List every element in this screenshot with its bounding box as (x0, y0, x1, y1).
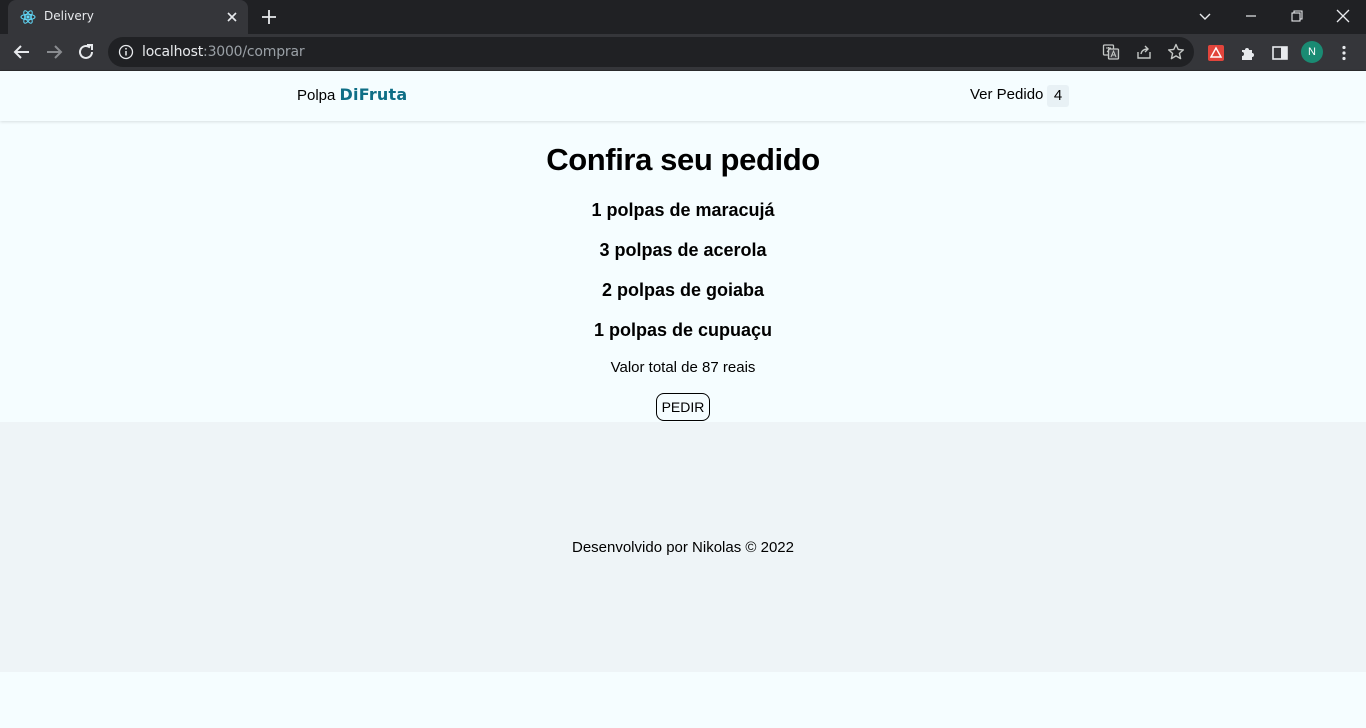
page-title: Confira seu pedido (546, 142, 820, 177)
side-panel-button[interactable] (1270, 43, 1290, 63)
order-total: Valor total de 87 reais (610, 359, 756, 376)
bookmark-star-icon[interactable] (1167, 43, 1185, 61)
minimize-icon (1246, 15, 1256, 17)
new-tab-icon[interactable] (260, 8, 278, 26)
close-icon (1336, 9, 1350, 23)
footer-credit: Desenvolvido por Nikolas © 2022 (571, 539, 794, 556)
tab-search-button[interactable] (1182, 0, 1228, 32)
brand-accent: DiFruta (339, 85, 408, 104)
page: Polpa DiFruta Ver Pedido 4 Confira seu p… (0, 71, 1366, 728)
translate-icon[interactable] (1102, 43, 1120, 61)
more-vertical-icon (1342, 45, 1346, 61)
url-path: :3000/comprar (203, 44, 305, 60)
order-count-badge: 4 (1047, 85, 1069, 107)
brand-prefix: Polpa (297, 87, 336, 104)
info-icon[interactable] (118, 44, 134, 60)
react-logo-icon (20, 10, 36, 24)
arrow-right-icon (47, 45, 63, 59)
chevron-down-icon (1199, 13, 1211, 20)
puzzle-icon (1242, 48, 1254, 60)
site-footer: Desenvolvido por Nikolas © 2022 (0, 422, 1366, 672)
extension-app-icon (1208, 45, 1224, 61)
site-navbar: Polpa DiFruta Ver Pedido 4 (0, 71, 1366, 121)
extension-button[interactable] (1206, 43, 1226, 63)
close-tab-icon[interactable] (224, 9, 240, 25)
minimize-button[interactable] (1228, 0, 1274, 32)
tab-title: Delivery (44, 9, 94, 23)
restore-button[interactable] (1274, 0, 1320, 32)
arrow-left-icon (13, 45, 29, 59)
side-panel-icon (1272, 46, 1288, 60)
close-window-button[interactable] (1320, 0, 1366, 32)
order-item: 1 polpas de cupuaçu (593, 320, 773, 340)
browser-toolbar: localhost:3000/comprar N (0, 34, 1366, 71)
forward-button[interactable] (42, 40, 66, 64)
share-icon[interactable] (1135, 43, 1153, 61)
browser-tab[interactable]: Delivery (8, 0, 248, 34)
reload-button[interactable] (74, 40, 98, 64)
address-bar[interactable]: localhost:3000/comprar (108, 37, 1194, 67)
order-item: 3 polpas de acerola (599, 240, 767, 260)
profile-avatar[interactable]: N (1301, 41, 1323, 63)
browser-menu-button[interactable] (1334, 43, 1354, 63)
back-button[interactable] (10, 40, 34, 64)
brand-logo[interactable]: Polpa DiFruta (297, 85, 407, 104)
url-host: localhost (142, 44, 204, 60)
place-order-button[interactable]: PEDIR (656, 393, 710, 421)
order-item: 1 polpas de maracujá (591, 200, 775, 220)
url-text[interactable]: localhost:3000/comprar (142, 44, 305, 60)
extensions-button[interactable] (1238, 43, 1258, 63)
view-order-link[interactable]: Ver Pedido (970, 86, 1043, 103)
reload-icon (79, 44, 93, 59)
browser-tab-bar: Delivery (0, 0, 1366, 34)
order-item: 2 polpas de goiaba (601, 280, 765, 300)
restore-icon (1291, 10, 1303, 22)
